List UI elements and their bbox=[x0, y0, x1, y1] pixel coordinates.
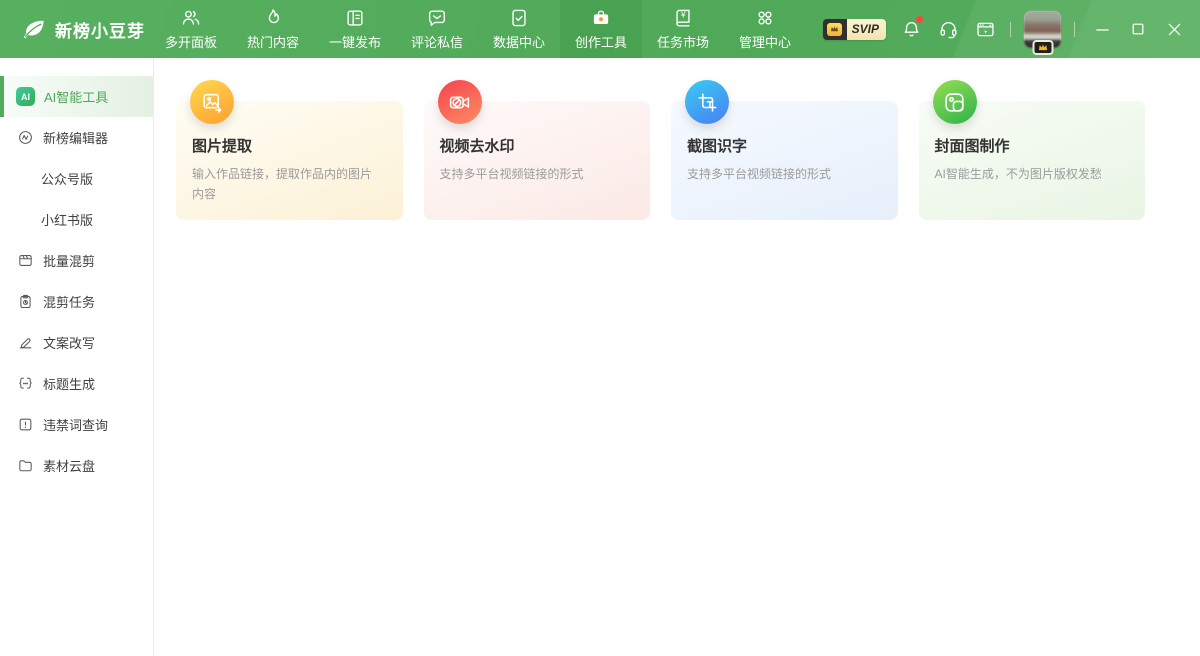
maximize-button[interactable] bbox=[1130, 21, 1146, 37]
nav-label: 任务市场 bbox=[657, 32, 709, 51]
nav-item-one-click-publish[interactable]: 一键发布 bbox=[314, 0, 396, 58]
nav-label: 创作工具 bbox=[575, 32, 627, 51]
chat-icon bbox=[426, 7, 448, 29]
svip-label: SVIP bbox=[847, 19, 886, 40]
cloud-folder-icon bbox=[16, 457, 34, 474]
main-nav: 多开面板 热门内容 一键发布 bbox=[150, 0, 806, 58]
card-title: 截图识字 bbox=[687, 135, 882, 156]
card-video-watermark-removal[interactable]: 视频去水印 支持多平台视频链接的形式 bbox=[424, 101, 651, 220]
titlebar-right: SVIP bbox=[823, 0, 1200, 58]
nav-item-hot-content[interactable]: 热门内容 bbox=[232, 0, 314, 58]
app-title: 新榜小豆芽 bbox=[55, 17, 145, 42]
titlebar-divider bbox=[1074, 22, 1075, 37]
card-description: 支持多平台视频链接的形式 bbox=[440, 165, 635, 185]
card-description: 支持多平台视频链接的形式 bbox=[687, 165, 882, 185]
sidebar-item-title-generator[interactable]: 标题生成 bbox=[0, 363, 153, 404]
floating-window-icon bbox=[975, 19, 996, 40]
title-brackets-icon bbox=[16, 375, 34, 392]
book-yen-icon: ¥ bbox=[672, 7, 694, 29]
sidebar-item-label: 混剪任务 bbox=[43, 292, 95, 311]
svip-crown-icon bbox=[823, 19, 847, 40]
sidebar-item-newrank-editor[interactable]: 新榜编辑器 bbox=[0, 117, 153, 158]
notification-dot bbox=[916, 16, 923, 23]
sidebar-item-label: 小红书版 bbox=[41, 210, 93, 229]
tool-cards: 图片提取 输入作品链接，提取作品内的图片内容 视频去水印 支持多平台视频链接的形… bbox=[176, 101, 1145, 220]
sidebar-item-label: 批量混剪 bbox=[43, 251, 95, 270]
nav-item-admin-center[interactable]: 管理中心 bbox=[724, 0, 806, 58]
sidebar-item-batch-editing[interactable]: 批量混剪 bbox=[0, 240, 153, 281]
users-icon bbox=[180, 7, 202, 29]
briefcase-icon bbox=[590, 7, 612, 29]
editor-pulse-icon bbox=[16, 129, 34, 146]
card-title: 视频去水印 bbox=[440, 135, 635, 156]
sidebar-item-gongzhonghao[interactable]: 公众号版 bbox=[0, 158, 153, 199]
app-window: 新榜小豆芽 多开面板 热门内容 bbox=[0, 0, 1200, 656]
sidebar-item-material-cloud[interactable]: 素材云盘 bbox=[0, 445, 153, 486]
card-screenshot-ocr[interactable]: 截图识字 支持多平台视频链接的形式 bbox=[671, 101, 898, 220]
titlebar-divider bbox=[1010, 22, 1011, 37]
headset-icon bbox=[938, 19, 959, 40]
nav-label: 多开面板 bbox=[165, 32, 217, 51]
screenshot-ocr-icon bbox=[685, 80, 729, 124]
titlebar: 新榜小豆芽 多开面板 热门内容 bbox=[0, 0, 1200, 58]
member-crown-badge bbox=[1032, 40, 1053, 55]
sidebar-item-copy-rewrite[interactable]: 文案改写 bbox=[0, 322, 153, 363]
app-logo: 新榜小豆芽 bbox=[0, 0, 150, 58]
nav-label: 管理中心 bbox=[739, 32, 791, 51]
nav-item-task-market[interactable]: ¥ 任务市场 bbox=[642, 0, 724, 58]
nav-item-comments-dm[interactable]: 评论私信 bbox=[396, 0, 478, 58]
svg-text:¥: ¥ bbox=[681, 11, 686, 20]
card-cover-maker[interactable]: 封面图制作 AI智能生成，不为图片版权发愁 bbox=[919, 101, 1146, 220]
sidebar-item-label: 素材云盘 bbox=[43, 456, 95, 475]
video-nowatermark-icon bbox=[438, 80, 482, 124]
ai-badge-icon: AI bbox=[16, 87, 35, 106]
card-title: 图片提取 bbox=[192, 135, 387, 156]
card-description: AI智能生成，不为图片版权发愁 bbox=[935, 165, 1130, 185]
cover-maker-icon bbox=[933, 80, 977, 124]
sidebar-item-banned-words[interactable]: 违禁词查询 bbox=[0, 404, 153, 445]
sidebar-item-label: 公众号版 bbox=[41, 169, 93, 188]
nav-label: 热门内容 bbox=[247, 32, 299, 51]
clipboard-icon bbox=[16, 293, 34, 310]
nav-label: 数据中心 bbox=[493, 32, 545, 51]
nav-item-creation-tools[interactable]: 创作工具 bbox=[560, 0, 642, 58]
nav-item-multi-panel[interactable]: 多开面板 bbox=[150, 0, 232, 58]
clapperboard-icon bbox=[16, 252, 34, 269]
card-image-extract[interactable]: 图片提取 输入作品链接，提取作品内的图片内容 bbox=[176, 101, 403, 220]
support-button[interactable] bbox=[936, 17, 960, 41]
window-controls bbox=[1094, 21, 1182, 37]
sidebar-item-editing-tasks[interactable]: 混剪任务 bbox=[0, 281, 153, 322]
sidebar: AI AI智能工具 新榜编辑器 公众号版 小红书版 bbox=[0, 58, 154, 656]
grid-icon bbox=[754, 7, 776, 29]
image-extract-icon bbox=[190, 80, 234, 124]
rewrite-pen-icon bbox=[16, 334, 34, 351]
page-body: AI AI智能工具 新榜编辑器 公众号版 小红书版 bbox=[0, 58, 1200, 656]
minimize-button[interactable] bbox=[1094, 21, 1110, 37]
sidebar-item-label: 新榜编辑器 bbox=[43, 128, 108, 147]
doc-check-icon bbox=[508, 7, 530, 29]
nav-label: 一键发布 bbox=[329, 32, 381, 51]
close-button[interactable] bbox=[1166, 21, 1182, 37]
nav-label: 评论私信 bbox=[411, 32, 463, 51]
sprout-leaf-icon bbox=[20, 16, 47, 43]
flame-icon bbox=[262, 7, 284, 29]
nav-item-data-center[interactable]: 数据中心 bbox=[478, 0, 560, 58]
main-content: 图片提取 输入作品链接，提取作品内的图片内容 视频去水印 支持多平台视频链接的形… bbox=[154, 58, 1200, 656]
banned-words-icon bbox=[16, 416, 34, 433]
publish-icon bbox=[344, 7, 366, 29]
sidebar-item-label: 文案改写 bbox=[43, 333, 95, 352]
svip-badge[interactable]: SVIP bbox=[823, 19, 886, 40]
notifications-button[interactable] bbox=[899, 17, 923, 41]
mini-window-button[interactable] bbox=[973, 17, 997, 41]
user-avatar[interactable] bbox=[1024, 11, 1061, 48]
sidebar-item-label: 违禁词查询 bbox=[43, 415, 108, 434]
sidebar-item-label: AI智能工具 bbox=[44, 87, 108, 106]
sidebar-item-ai-tools[interactable]: AI AI智能工具 bbox=[0, 76, 153, 117]
card-title: 封面图制作 bbox=[935, 135, 1130, 156]
sidebar-item-label: 标题生成 bbox=[43, 374, 95, 393]
sidebar-item-xiaohongshu[interactable]: 小红书版 bbox=[0, 199, 153, 240]
card-description: 输入作品链接，提取作品内的图片内容 bbox=[192, 165, 387, 205]
